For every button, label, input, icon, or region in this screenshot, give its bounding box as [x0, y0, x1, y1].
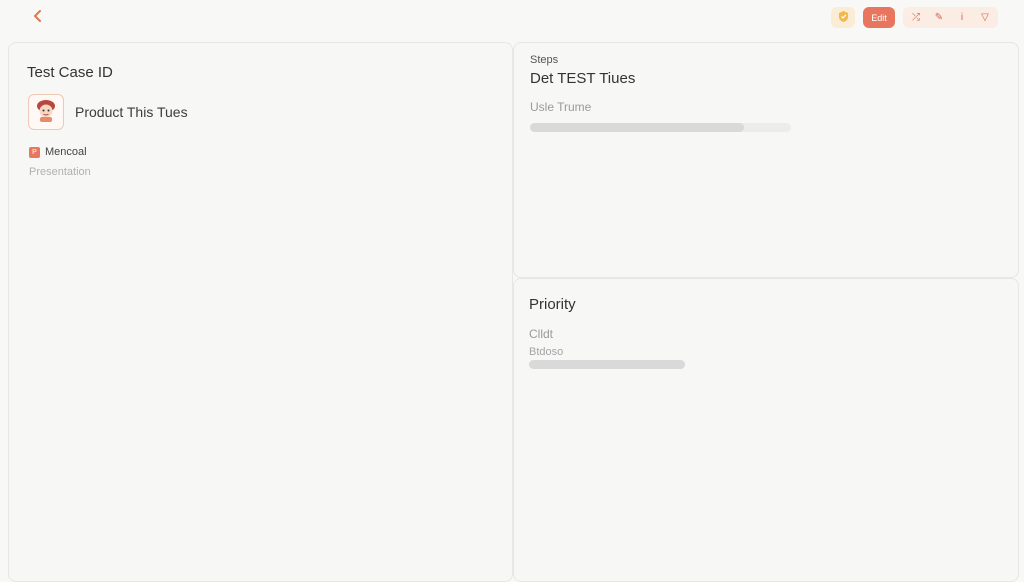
- back-button[interactable]: [28, 8, 48, 28]
- shield-icon: [837, 10, 850, 26]
- priority-panel: Priority Clldt Btdoso: [513, 278, 1019, 582]
- priority-title: Priority: [529, 296, 576, 313]
- tag-label: Mencoal: [45, 146, 87, 158]
- steps-progress-fill: [530, 123, 745, 132]
- badge-button[interactable]: [831, 7, 855, 28]
- steps-panel: Steps Det TEST Tiues Usle Trume: [513, 42, 1019, 278]
- steps-kicker: Steps: [530, 54, 559, 66]
- presentation-icon: P: [29, 146, 40, 158]
- filter-icon[interactable]: ▽: [975, 9, 995, 26]
- priority-value: Clldt: [529, 327, 554, 341]
- info-icon[interactable]: i: [952, 9, 972, 26]
- pencil-icon[interactable]: ✎: [929, 9, 949, 26]
- priority-progress-fill: [529, 360, 685, 369]
- top-bar: Edit ⤮ ✎ i ▽: [0, 0, 1024, 38]
- priority-detail: Btdoso: [529, 346, 564, 358]
- product-thumbnail[interactable]: [28, 94, 64, 130]
- edit-button[interactable]: Edit: [863, 7, 895, 28]
- steps-subtitle: Usle Trume: [530, 100, 592, 114]
- tag-sublabel: Presentation: [29, 166, 91, 178]
- steps-title: Det TEST Tiues: [530, 70, 636, 87]
- panel-title: Test Case ID: [27, 64, 113, 81]
- steps-progress-bar: [530, 123, 791, 132]
- priority-progress-bar: [529, 360, 685, 369]
- tag-row[interactable]: P Mencoal: [29, 146, 87, 158]
- action-group: ⤮ ✎ i ▽: [903, 7, 998, 28]
- toolbar: Edit ⤮ ✎ i ▽: [831, 7, 998, 28]
- test-case-panel: Test Case ID Product This Tues P Mencoal…: [8, 42, 513, 582]
- product-name[interactable]: Product This Tues: [75, 104, 188, 120]
- shuffle-icon[interactable]: ⤮: [906, 9, 926, 26]
- character-avatar-icon: [33, 97, 59, 128]
- chevron-left-icon: [33, 9, 43, 27]
